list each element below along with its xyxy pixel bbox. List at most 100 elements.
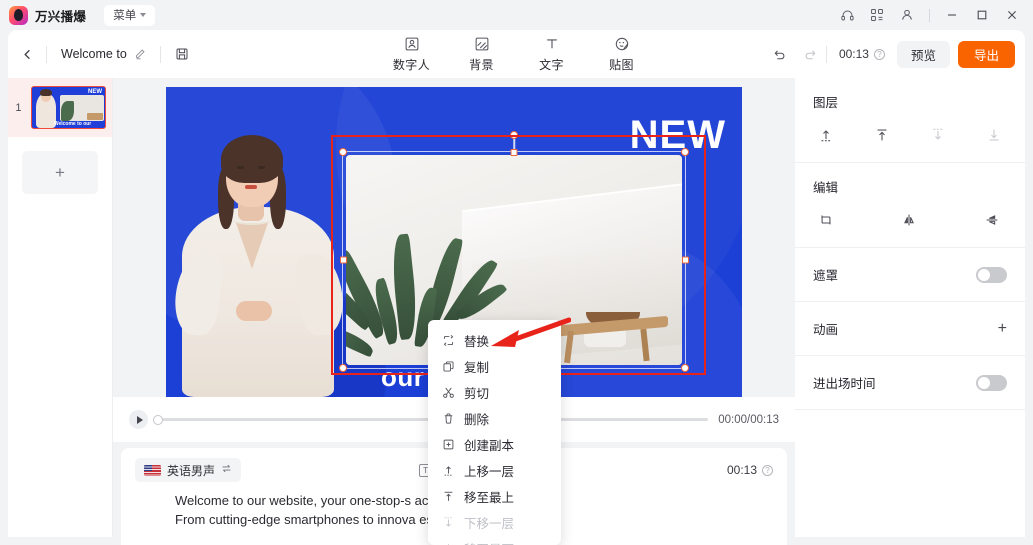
avatar-hair — [221, 135, 283, 183]
tool-label: 数字人 — [392, 57, 431, 72]
title-bar: 万兴播爆 菜单 — [0, 0, 1033, 30]
flip-horizontal-icon[interactable] — [979, 209, 1005, 231]
minimize-icon[interactable] — [937, 2, 967, 28]
redo-icon[interactable] — [795, 40, 826, 68]
tool-label: 文字 — [539, 57, 564, 72]
cut-icon — [441, 386, 455, 399]
mask-section: 遮罩 — [795, 248, 1025, 302]
main-toolbar: Welcome to 数字人 背景 文字 贴图 00:13 ? 预览 导出 — [8, 30, 1025, 78]
tool-background[interactable]: 背景 — [457, 36, 507, 73]
context-menu-item[interactable]: 上移一层 — [428, 457, 561, 483]
brand: 万兴播爆 — [0, 5, 87, 25]
toolbar-actions: 00:13 ? 预览 导出 — [764, 40, 1025, 68]
account-icon[interactable] — [892, 2, 922, 28]
pencil-icon[interactable] — [134, 48, 146, 60]
avatar-hands — [236, 301, 272, 321]
context-menu-item[interactable]: 替换 — [428, 327, 561, 353]
digital-human-layer[interactable] — [171, 105, 347, 397]
headset-icon[interactable] — [832, 2, 862, 28]
project-title-group: Welcome to — [47, 47, 160, 61]
avatar-eye-left — [237, 166, 244, 169]
flip-vertical-icon[interactable] — [896, 209, 922, 231]
duplicate-icon — [441, 438, 455, 451]
context-menu: 替换复制剪切删除创建副本上移一层移至最上下移一层移至最下 — [428, 320, 561, 545]
context-menu-item[interactable]: 剪切 — [428, 379, 561, 405]
canvas-headline[interactable]: NEW — [630, 113, 726, 158]
save-icon[interactable] — [161, 47, 203, 61]
bring-forward-icon[interactable] — [813, 124, 839, 146]
undo-icon[interactable] — [764, 40, 795, 68]
swap-icon[interactable] — [221, 463, 232, 477]
layer-actions — [813, 124, 1007, 146]
chevron-down-icon — [140, 13, 147, 17]
add-slide-button[interactable]: + — [22, 151, 98, 194]
us-flag-icon — [144, 464, 161, 476]
canvas-subtext[interactable]: our — [381, 362, 424, 393]
voice-selector[interactable]: 英语男声 — [135, 458, 242, 482]
digital-human-icon — [404, 36, 420, 53]
animation-section: 动画 + — [795, 302, 1025, 356]
crop-icon[interactable] — [813, 209, 839, 231]
layer-section: 图层 — [795, 78, 1025, 163]
edit-title: 编辑 — [813, 181, 839, 195]
project-title: Welcome to — [61, 47, 127, 61]
context-menu-label: 移至最上 — [464, 490, 515, 505]
replace-icon — [441, 334, 455, 347]
close-icon[interactable] — [997, 2, 1027, 28]
export-button[interactable]: 导出 — [957, 40, 1015, 68]
creation-tools: 数字人 背景 文字 贴图 — [387, 36, 647, 73]
context-menu-label: 复制 — [464, 360, 490, 375]
player-time: 00:00/00:13 — [718, 413, 779, 426]
progress-knob[interactable] — [153, 414, 163, 425]
context-menu-label: 下移一层 — [464, 516, 515, 531]
apps-grid-icon[interactable] — [862, 2, 892, 28]
layer-title: 图层 — [813, 96, 839, 110]
help-icon[interactable]: ? — [873, 48, 885, 60]
send-backward-icon[interactable] — [925, 124, 951, 146]
context-menu-label: 替换 — [464, 334, 490, 349]
move-top-icon — [441, 490, 455, 503]
copy-icon — [441, 360, 455, 373]
avatar-mouth — [245, 185, 257, 189]
context-menu-item[interactable]: 删除 — [428, 405, 561, 431]
text-icon — [544, 36, 560, 53]
maximize-icon[interactable] — [967, 2, 997, 28]
play-button[interactable] — [129, 410, 148, 429]
menu-dropdown[interactable]: 菜单 — [104, 4, 156, 26]
app-logo-icon — [9, 5, 28, 25]
tool-label: 背景 — [469, 57, 494, 72]
avatar-necklace — [232, 214, 272, 225]
inout-time-title: 进出场时间 — [813, 377, 876, 391]
sticker-icon — [614, 36, 630, 53]
image-stool — [550, 315, 668, 364]
animation-title: 动画 — [813, 323, 839, 337]
slide-number: 1 — [15, 101, 22, 114]
tool-text[interactable]: 文字 — [527, 36, 577, 73]
inout-time-toggle[interactable] — [976, 374, 1007, 391]
inout-time-section: 进出场时间 — [795, 356, 1025, 410]
context-menu-item[interactable]: 复制 — [428, 353, 561, 379]
slide-item-1[interactable]: 1 NEW Welcome to our — [8, 78, 112, 137]
mask-toggle[interactable] — [976, 266, 1007, 283]
bring-to-front-icon[interactable] — [869, 124, 895, 146]
preview-button[interactable]: 预览 — [896, 40, 950, 68]
duration-value: 00:13 — [838, 47, 869, 61]
menu-label: 菜单 — [113, 10, 137, 22]
slide-thumbnail[interactable]: NEW Welcome to our — [30, 86, 106, 129]
context-menu-item: 移至最下 — [428, 535, 561, 545]
tool-digital-human[interactable]: 数字人 — [387, 36, 437, 73]
help-icon[interactable]: ? — [762, 464, 773, 476]
properties-panel: 图层 编辑 遮罩 动画 + 进出场时间 — [795, 78, 1025, 537]
send-to-back-icon[interactable] — [981, 124, 1007, 146]
add-animation-button[interactable]: + — [998, 320, 1007, 337]
app-window: 万兴播爆 菜单 Welcome to 数字人 背景 文字 贴图 00:13 ? … — [0, 0, 1033, 545]
context-menu-item: 下移一层 — [428, 509, 561, 535]
context-menu-item[interactable]: 创建副本 — [428, 431, 561, 457]
app-name: 万兴播爆 — [35, 9, 87, 24]
script-duration: 00:13 ? — [727, 463, 773, 477]
trash-icon — [441, 412, 455, 425]
context-menu-item[interactable]: 移至最上 — [428, 483, 561, 509]
slide-rail: 1 NEW Welcome to our + — [8, 78, 113, 537]
back-chevron-icon[interactable] — [8, 48, 46, 61]
tool-sticker[interactable]: 贴图 — [597, 36, 647, 73]
